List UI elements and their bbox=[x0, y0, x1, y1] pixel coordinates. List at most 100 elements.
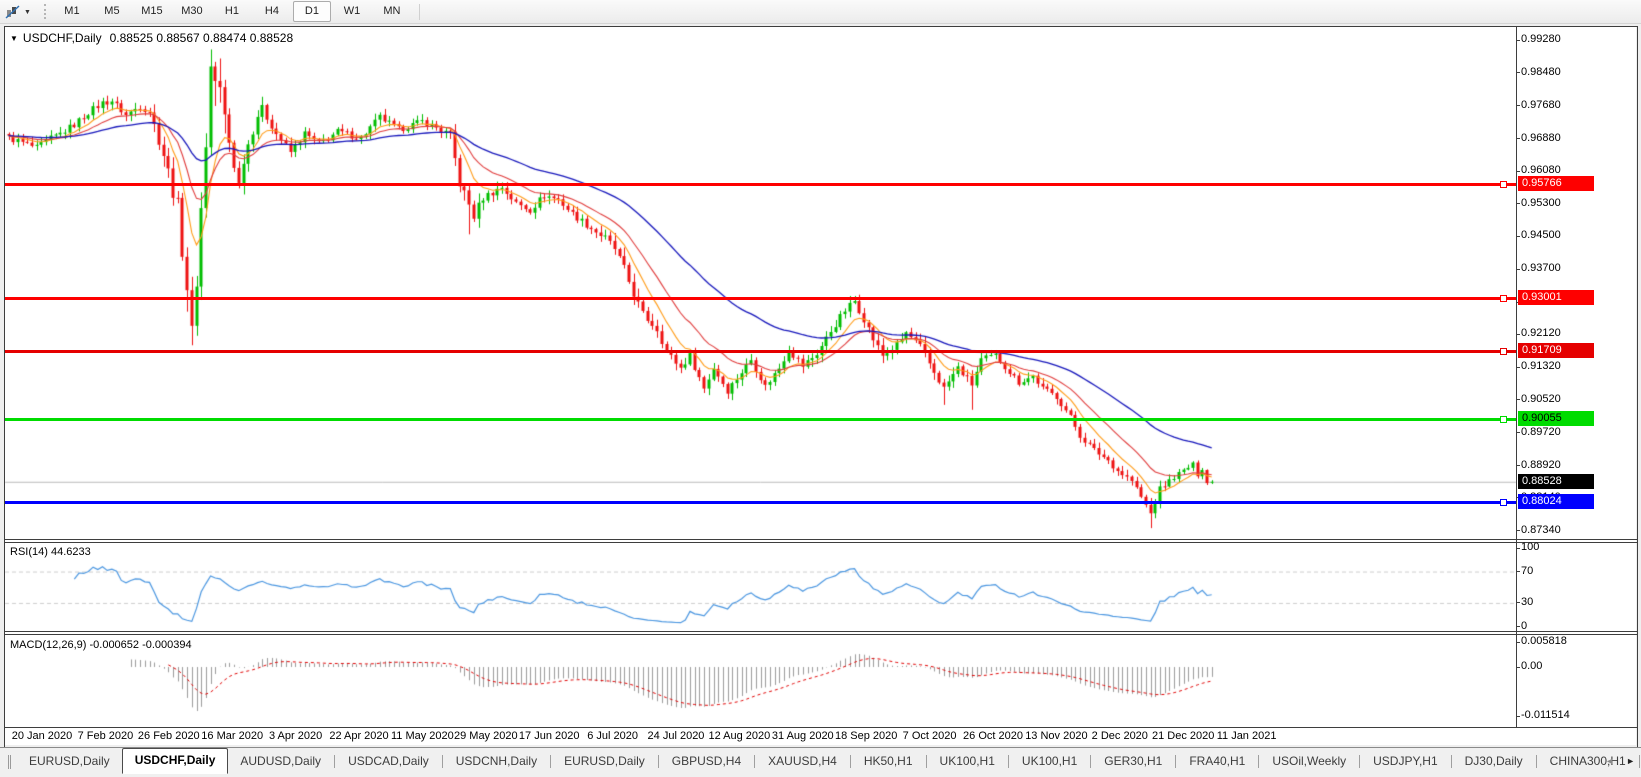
level-line[interactable] bbox=[5, 501, 1516, 504]
timeframe-button-h4[interactable]: H4 bbox=[253, 1, 291, 22]
level-handle[interactable] bbox=[1500, 348, 1507, 355]
tab-divider bbox=[1359, 755, 1360, 768]
price-tick-mark bbox=[1516, 72, 1520, 73]
tab-dj30-daily[interactable]: DJ30,Daily bbox=[1453, 750, 1535, 773]
tab-divider bbox=[1451, 755, 1452, 768]
level-price-label: 0.90055 bbox=[1518, 411, 1594, 426]
pane-separator-rsi-bottom[interactable] bbox=[4, 631, 1637, 632]
tab-usdchf-daily[interactable]: USDCHF,Daily bbox=[122, 748, 229, 774]
rsi-tick-mark bbox=[1516, 571, 1520, 572]
price-tick-mark bbox=[1516, 367, 1520, 368]
rsi-tick-label: 0 bbox=[1521, 620, 1593, 632]
timeframe-button-h1[interactable]: H1 bbox=[213, 1, 251, 22]
timeframe-button-d1[interactable]: D1 bbox=[293, 1, 331, 22]
tab-usdjpy-h1[interactable]: USDJPY,H1 bbox=[1361, 750, 1449, 773]
price-tick-label: 0.97680 bbox=[1521, 99, 1593, 111]
tab-divider bbox=[926, 755, 927, 768]
tab-bar-items: EURUSD,DailyUSDCHF,DailyAUDUSD,DailyUSDC… bbox=[8, 749, 1641, 773]
tab-eurusd-daily[interactable]: EURUSD,Daily bbox=[552, 750, 657, 773]
tab-uk100-h1[interactable]: UK100,H1 bbox=[1010, 750, 1089, 773]
timeframe-button-m1[interactable]: M1 bbox=[53, 1, 91, 22]
tab-divider bbox=[334, 755, 335, 768]
tab-hk50-h1[interactable]: HK50,H1 bbox=[852, 750, 925, 773]
level-line[interactable] bbox=[5, 418, 1516, 421]
macd-tick-mark bbox=[1516, 716, 1520, 717]
tab-divider bbox=[442, 755, 443, 768]
tab-scroll-arrows: ◄ ► bbox=[1605, 756, 1635, 766]
price-tick-mark bbox=[1516, 105, 1520, 106]
tab-usoil-weekly[interactable]: USOil,Weekly bbox=[1260, 750, 1358, 773]
price-tick-label: 0.98480 bbox=[1521, 66, 1593, 78]
price-tick-mark bbox=[1516, 236, 1520, 237]
price-tick-label: 0.96880 bbox=[1521, 132, 1593, 144]
collapse-triangle-icon[interactable]: ▼ bbox=[10, 34, 18, 43]
current-price-label: 0.88528 bbox=[1518, 474, 1594, 489]
macd-label: MACD(12,26,9) -0.000652 -0.000394 bbox=[10, 639, 192, 651]
level-handle[interactable] bbox=[1500, 295, 1507, 302]
date-label: 11 Jan 2021 bbox=[1205, 730, 1289, 742]
tab-fra40-h1[interactable]: FRA40,H1 bbox=[1177, 750, 1257, 773]
timeframe-button-mn[interactable]: MN bbox=[373, 1, 411, 22]
price-tick-label: 0.95300 bbox=[1521, 197, 1593, 209]
tab-bar-grip[interactable] bbox=[8, 755, 11, 769]
price-chart-canvas[interactable] bbox=[0, 0, 1641, 776]
level-handle[interactable] bbox=[1500, 416, 1507, 423]
tab-scroll-left-icon[interactable]: ◄ bbox=[1605, 756, 1614, 766]
tab-divider bbox=[1175, 755, 1176, 768]
macd-name: MACD(12,26,9) bbox=[10, 639, 86, 651]
tab-ger30-h1[interactable]: GER30,H1 bbox=[1092, 750, 1174, 773]
timeframe-button-m30[interactable]: M30 bbox=[173, 1, 211, 22]
top-toolbar: ▼ M1M5M15M30H1H4D1W1MN bbox=[0, 0, 1641, 24]
price-tick-label: 0.99280 bbox=[1521, 33, 1593, 45]
tool-dropdown-caret-icon[interactable]: ▼ bbox=[24, 7, 31, 16]
chart-title: ▼USDCHF,Daily0.88525 0.88567 0.88474 0.8… bbox=[10, 31, 293, 45]
price-tick-mark bbox=[1516, 465, 1520, 466]
macd-values: -0.000652 -0.000394 bbox=[89, 639, 191, 651]
price-axis-separator bbox=[1516, 26, 1517, 727]
macd-tick-label: 0.00 bbox=[1521, 660, 1593, 672]
timeframe-button-w1[interactable]: W1 bbox=[333, 1, 371, 22]
price-tick-label: 0.90520 bbox=[1521, 393, 1593, 405]
level-handle[interactable] bbox=[1500, 499, 1507, 506]
level-handle[interactable] bbox=[1500, 181, 1507, 188]
rsi-label: RSI(14) 44.6233 bbox=[10, 546, 91, 558]
level-line[interactable] bbox=[5, 297, 1516, 300]
tab-xauusd-h4[interactable]: XAUUSD,H4 bbox=[756, 750, 849, 773]
price-tick-mark bbox=[1516, 40, 1520, 41]
rsi-name: RSI(14) bbox=[10, 546, 48, 558]
level-price-label: 0.91709 bbox=[1518, 343, 1594, 358]
level-line[interactable] bbox=[5, 183, 1516, 186]
drawing-tool-icon[interactable] bbox=[4, 4, 22, 20]
pane-separator-macd-bottom bbox=[4, 727, 1637, 728]
tab-scroll-right-icon[interactable]: ► bbox=[1626, 756, 1635, 766]
toolbar-grip[interactable] bbox=[44, 4, 46, 19]
price-tick-label: 0.92120 bbox=[1521, 327, 1593, 339]
tab-usdcnh-daily[interactable]: USDCNH,Daily bbox=[444, 750, 549, 773]
tab-divider bbox=[1536, 755, 1537, 768]
tab-audusd-daily[interactable]: AUDUSD,Daily bbox=[228, 750, 333, 773]
timeframe-button-m15[interactable]: M15 bbox=[133, 1, 171, 22]
price-tick-label: 0.88920 bbox=[1521, 459, 1593, 471]
level-line[interactable] bbox=[5, 350, 1516, 353]
tab-divider bbox=[550, 755, 551, 768]
pane-separator-rsi-top[interactable] bbox=[4, 542, 1637, 543]
price-tick-mark bbox=[1516, 269, 1520, 270]
tab-usdcad-daily[interactable]: USDCAD,Daily bbox=[336, 750, 441, 773]
toolbar-separator bbox=[419, 4, 420, 20]
price-tick-label: 0.94500 bbox=[1521, 229, 1593, 241]
tab-eurusd-daily[interactable]: EURUSD,Daily bbox=[17, 750, 122, 773]
price-tick-label: 0.91320 bbox=[1521, 360, 1593, 372]
tab-gbpusd-h4[interactable]: GBPUSD,H4 bbox=[660, 750, 753, 773]
chart-tab-bar: EURUSD,DailyUSDCHF,DailyAUDUSD,DailyUSDC… bbox=[0, 747, 1641, 777]
tab-divider bbox=[754, 755, 755, 768]
pane-separator-main-bottom[interactable] bbox=[4, 539, 1637, 540]
level-price-label: 0.95766 bbox=[1518, 176, 1594, 191]
pane-separator-macd-top[interactable] bbox=[4, 634, 1637, 635]
macd-tick-mark bbox=[1516, 642, 1520, 643]
ohlc-values: 0.88525 0.88567 0.88474 0.88528 bbox=[110, 31, 294, 45]
price-tick-mark bbox=[1516, 334, 1520, 335]
rsi-tick-label: 30 bbox=[1521, 596, 1593, 608]
tab-divider bbox=[1008, 755, 1009, 768]
timeframe-button-m5[interactable]: M5 bbox=[93, 1, 131, 22]
tab-uk100-h1[interactable]: UK100,H1 bbox=[928, 750, 1007, 773]
